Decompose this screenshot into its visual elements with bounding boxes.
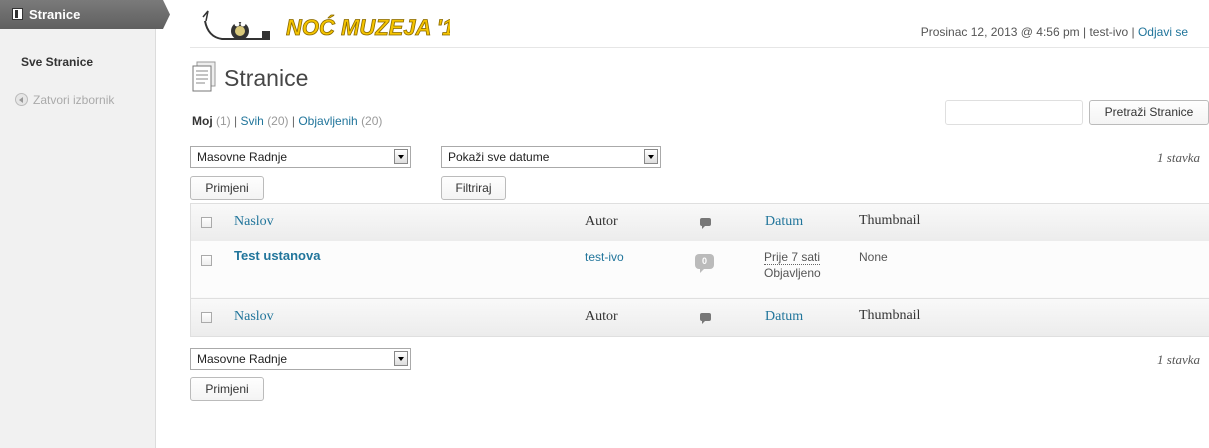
row-date: Prije 7 sati <box>764 250 821 265</box>
items-count-top: 1 stavka <box>1157 150 1200 165</box>
collapse-arrow-icon <box>15 93 28 106</box>
row-checkbox[interactable] <box>201 255 212 266</box>
pages-title-icon <box>192 61 216 92</box>
search-input[interactable] <box>945 100 1083 125</box>
view-published-count: (20) <box>361 114 383 128</box>
collapse-menu-button[interactable]: Zatvori izbornik <box>15 93 114 107</box>
view-separator: | <box>234 114 238 128</box>
search-pages-button[interactable]: Pretraži Stranice <box>1089 100 1209 125</box>
view-mine[interactable]: Moj <box>192 114 213 128</box>
header-separator: | <box>1131 25 1135 39</box>
collapse-menu-label: Zatvori izbornik <box>33 93 115 107</box>
column-author-footer: Autor <box>585 309 618 324</box>
date-filter-select[interactable]: Pokaži sve datume <box>441 146 661 168</box>
apply-button-top[interactable]: Primjeni <box>190 176 264 200</box>
column-thumbnail-footer: Thumbnail <box>859 308 921 323</box>
items-count-bottom: 1 stavka <box>1157 352 1200 367</box>
chevron-down-icon <box>394 351 408 366</box>
column-author-header: Autor <box>585 214 618 229</box>
logout-link[interactable]: Odjavi se <box>1138 25 1188 39</box>
view-separator: | <box>291 114 295 128</box>
comment-icon[interactable] <box>700 218 711 229</box>
header-separator: | <box>1083 25 1087 39</box>
view-all[interactable]: Svih <box>241 114 264 128</box>
submenu-all-pages[interactable]: Sve Stranice <box>21 55 93 69</box>
row-status: Objavljeno <box>764 266 821 280</box>
logo-text: NOĆ MUZEJA '14 <box>286 15 450 40</box>
view-all-count: (20) <box>267 114 289 128</box>
column-date-header[interactable]: Datum <box>765 214 803 230</box>
table-header: Naslov Autor Datum Thumbnail <box>191 204 1209 242</box>
column-thumbnail-header: Thumbnail <box>859 213 921 228</box>
chevron-down-icon <box>394 149 408 164</box>
bulk-actions-select-top-value: Masovne Radnje <box>197 150 288 164</box>
user-info: Prosinac 12, 2013 @ 4:56 pm | test-ivo |… <box>921 25 1188 39</box>
filter-button[interactable]: Filtriraj <box>441 176 506 200</box>
view-published[interactable]: Objavljenih <box>298 114 357 128</box>
row-title-link[interactable]: Test ustanova <box>234 248 320 263</box>
username-link[interactable]: test-ivo <box>1089 25 1128 39</box>
header-divider <box>190 47 1209 48</box>
comment-count-bubble[interactable]: 0 <box>695 254 714 273</box>
menu-item-pages-label: Stranice <box>29 7 81 22</box>
chevron-down-icon <box>644 149 658 164</box>
select-all-checkbox-footer[interactable] <box>201 312 212 323</box>
menu-item-pages[interactable]: Stranice <box>0 0 170 29</box>
current-datetime: Prosinac 12, 2013 @ 4:56 pm <box>920 25 1080 39</box>
bulk-actions-select-top[interactable]: Masovne Radnje <box>190 146 411 168</box>
apply-button-bottom[interactable]: Primjeni <box>190 377 264 401</box>
view-filter-links: Moj (1) | Svih (20) | Objavljenih (20) <box>192 114 382 128</box>
table-row: Test ustanova test-ivo 0 Prije 7 sati Ob… <box>191 241 1209 297</box>
view-mine-count: (1) <box>216 114 231 128</box>
row-thumbnail: None <box>859 250 888 264</box>
select-all-checkbox[interactable] <box>201 217 212 228</box>
bulk-actions-select-bottom[interactable]: Masovne Radnje <box>190 348 411 370</box>
column-title-header[interactable]: Naslov <box>234 214 274 230</box>
site-logo[interactable]: NOĆ MUZEJA '14 <box>200 7 450 47</box>
row-author-link[interactable]: test-ivo <box>585 250 624 264</box>
bulk-actions-select-bottom-value: Masovne Radnje <box>197 352 288 366</box>
column-title-footer[interactable]: Naslov <box>234 309 274 325</box>
comment-icon[interactable] <box>700 313 711 324</box>
column-date-footer[interactable]: Datum <box>765 309 803 325</box>
table-footer: Naslov Autor Datum Thumbnail <box>191 298 1209 336</box>
pages-icon <box>12 8 23 20</box>
date-filter-select-value: Pokaži sve datume <box>448 150 550 164</box>
page-title: Stranice <box>224 65 309 91</box>
pages-table: Naslov Autor Datum Thumbnail Test ustano… <box>190 203 1209 337</box>
